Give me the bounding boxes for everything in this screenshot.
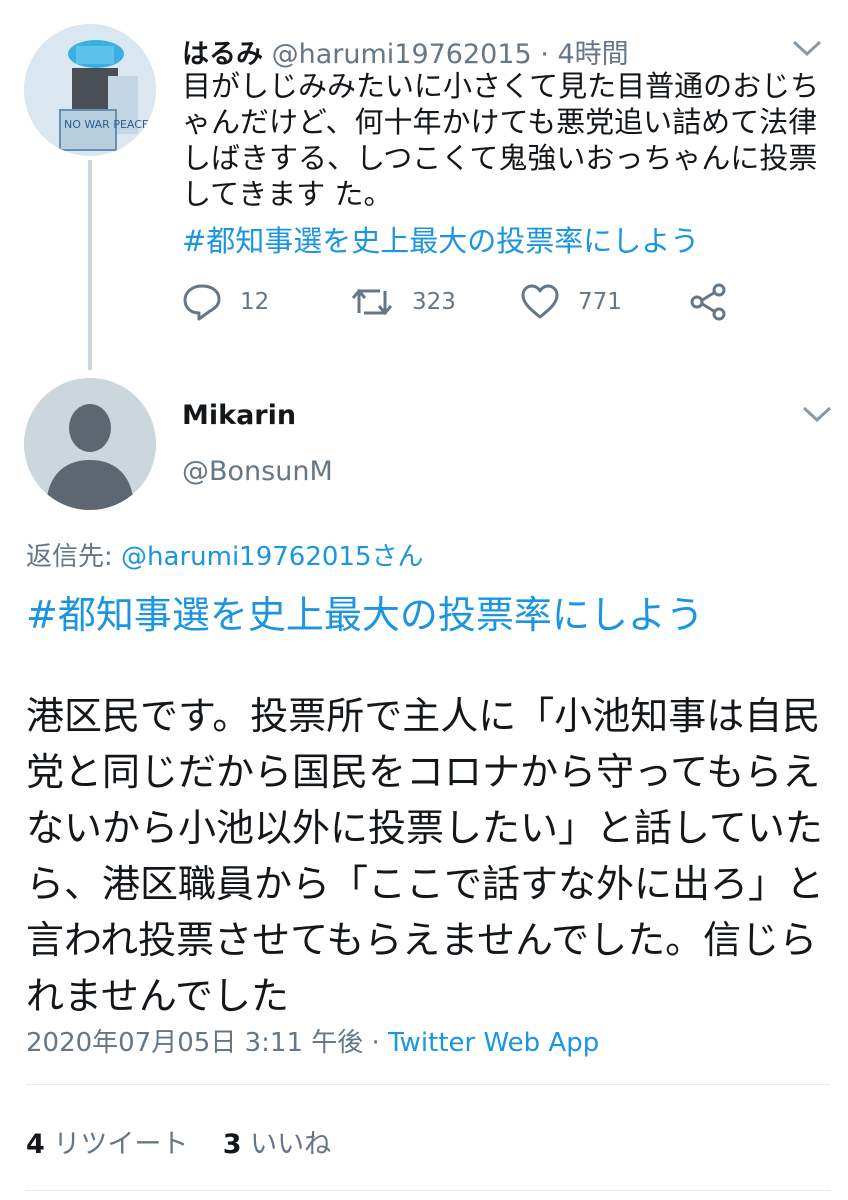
reply-to-handle[interactable]: @harumi19762015さん — [121, 542, 423, 572]
tweet2-client[interactable]: Twitter Web App — [388, 1028, 599, 1058]
retweet-count: 323 — [412, 289, 456, 315]
like-icon — [521, 284, 559, 319]
share-button[interactable] — [688, 282, 728, 322]
retweet-button[interactable]: 323 — [350, 282, 456, 322]
share-icon — [690, 283, 726, 321]
tweet1-actions: 12 323 771 — [182, 282, 782, 322]
reply-button[interactable]: 12 — [182, 282, 269, 322]
retweet-total: 4 — [26, 1129, 45, 1160]
chevron-down-icon — [792, 40, 822, 57]
retweet-label: リツイート — [53, 1129, 189, 1160]
divider-top — [26, 1084, 830, 1085]
reply-icon — [183, 284, 221, 321]
retweets-stat[interactable]: 4 リツイート — [26, 1129, 188, 1160]
tweet2-menu[interactable] — [800, 404, 834, 428]
like-count: 771 — [578, 289, 622, 315]
avatar-illustration: NO WAR PEACE — [24, 24, 156, 156]
reply-to-prefix: 返信先: — [26, 542, 113, 572]
chevron-down-icon — [802, 406, 832, 423]
tweet2-date: 2020年07月05日 3:11 午後 — [26, 1028, 364, 1058]
tweet2-author-name[interactable]: Mikarin — [182, 400, 296, 431]
reply-to-line: 返信先: @harumi19762015さん — [26, 536, 424, 573]
tweet1-text: 目がしじみみたいに小さくて見た目普通のおじちゃんだけど、何十年かけても悪党追い詰… — [182, 69, 820, 211]
tweet2-handle[interactable]: @BonsunM — [182, 456, 333, 487]
tweet1-handle[interactable]: @harumi19762015 — [272, 39, 532, 70]
reply-count: 12 — [240, 289, 270, 315]
tweet1-time[interactable]: 4時間 — [557, 39, 628, 70]
tweet1-menu[interactable] — [790, 38, 824, 62]
like-label: いいね — [250, 1129, 332, 1160]
tweet1-header: はるみ @harumi19762015 · 4時間 — [182, 32, 629, 71]
avatar-harumi[interactable]: NO WAR PEACE — [24, 24, 156, 156]
thread-line — [88, 160, 92, 370]
tweet1-author-name[interactable]: はるみ — [182, 39, 263, 70]
tweet1-hashtag[interactable]: #都知事選を史上最大の投票率にしよう — [182, 218, 699, 260]
likes-stat[interactable]: 3 いいね — [223, 1129, 331, 1160]
like-button[interactable]: 771 — [520, 282, 622, 322]
like-total: 3 — [222, 1129, 242, 1160]
tweet2-hashtag[interactable]: #都知事選を史上最大の投票率にしよう — [26, 584, 704, 639]
avatar-sign-text: NO WAR PEACE — [64, 118, 149, 131]
tweet2-stats: 4 リツイート 3 いいね — [26, 1122, 331, 1161]
divider-bottom — [26, 1190, 830, 1191]
tweet1-separator: · — [540, 39, 549, 70]
default-avatar-icon — [24, 378, 156, 510]
retweet-icon — [351, 288, 393, 316]
tweet2-meta: 2020年07月05日 3:11 午後 · Twitter Web App — [26, 1022, 599, 1059]
meta-separator: · — [371, 1028, 380, 1058]
tweet2-text: 港区民です。投票所で主人に「小池知事は自民党と同じだから国民をコロナから守っても… — [26, 694, 825, 1018]
avatar-mikarin[interactable] — [24, 378, 156, 510]
